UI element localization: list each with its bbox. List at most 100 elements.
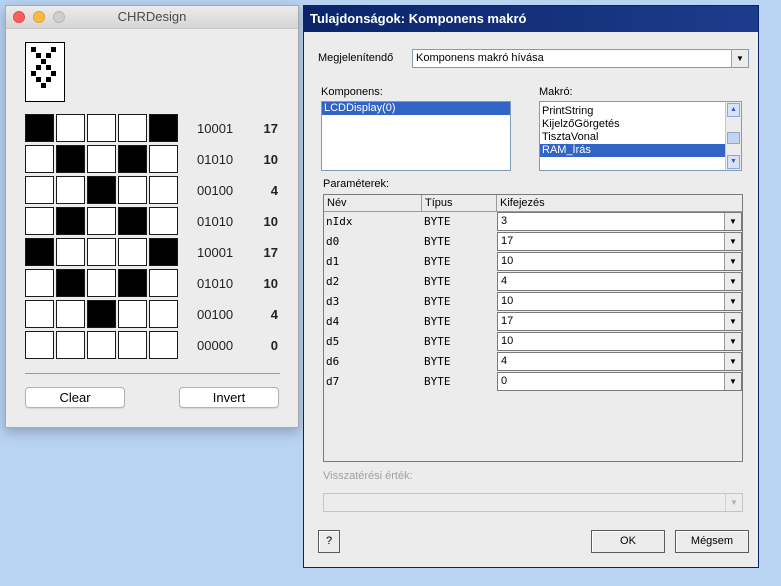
- pixel-cell[interactable]: [118, 176, 147, 204]
- pixel-cell[interactable]: [56, 300, 85, 328]
- component-label: Komponens:: [321, 86, 383, 98]
- pixel-cell[interactable]: [149, 331, 178, 359]
- pixel-cell[interactable]: [149, 300, 178, 328]
- chevron-down-icon[interactable]: ▼: [724, 313, 741, 330]
- pixel-cell[interactable]: [149, 238, 178, 266]
- chevron-down-icon[interactable]: ▼: [724, 353, 741, 370]
- chevron-down-icon[interactable]: ▼: [724, 253, 741, 270]
- pixel-cell[interactable]: [87, 114, 116, 142]
- preview-pixel: [36, 65, 41, 70]
- chevron-down-icon[interactable]: ▼: [724, 333, 741, 350]
- pixel-cell[interactable]: [87, 269, 116, 297]
- close-icon[interactable]: [13, 11, 25, 23]
- help-button[interactable]: ?: [318, 530, 340, 553]
- param-name: d5: [326, 335, 340, 348]
- param-expression-value: 0: [501, 375, 508, 387]
- param-expression-input[interactable]: 4 ▼: [497, 352, 742, 371]
- pixel-cell[interactable]: [25, 238, 54, 266]
- pixel-cell[interactable]: [56, 145, 85, 173]
- pixel-cell[interactable]: [118, 269, 147, 297]
- row-binary: 01010: [197, 152, 234, 167]
- display-select[interactable]: Komponens makró hívása ▼: [412, 49, 749, 68]
- parameters-table: Név Típus Kifejezés nIdx BYTE 3 ▼ d0 BYTE 17 ▼ d…: [323, 194, 743, 462]
- list-item[interactable]: KijelzőGörgetés: [540, 118, 741, 131]
- invert-button[interactable]: Invert: [179, 387, 279, 408]
- pixel-cell[interactable]: [25, 114, 54, 142]
- pixel-cell[interactable]: [149, 207, 178, 235]
- pixel-cell[interactable]: [87, 300, 116, 328]
- cancel-button[interactable]: Mégsem: [675, 530, 749, 553]
- param-type: BYTE: [424, 355, 451, 368]
- pixel-cell[interactable]: [149, 114, 178, 142]
- pixel-cell[interactable]: [56, 114, 85, 142]
- scroll-thumb[interactable]: [727, 132, 740, 144]
- list-item[interactable]: PrintString: [540, 105, 741, 118]
- pixel-cell[interactable]: [25, 207, 54, 235]
- list-item[interactable]: TisztaVonal: [540, 131, 741, 144]
- pixel-cell[interactable]: [25, 145, 54, 173]
- param-expression-input[interactable]: 0 ▼: [497, 372, 742, 391]
- list-item[interactable]: RAM_Írás: [540, 144, 726, 157]
- pixel-cell[interactable]: [118, 207, 147, 235]
- param-expression-input[interactable]: 17 ▼: [497, 232, 742, 251]
- preview-pixel: [46, 65, 51, 70]
- pixel-cell[interactable]: [118, 238, 147, 266]
- chevron-down-icon[interactable]: ▼: [724, 233, 741, 250]
- chevron-down-icon[interactable]: ▼: [724, 213, 741, 230]
- minimize-icon[interactable]: [33, 11, 45, 23]
- param-expression-value: 10: [501, 255, 514, 267]
- list-item[interactable]: LCDDisplay(0): [322, 102, 510, 115]
- pixel-cell[interactable]: [87, 238, 116, 266]
- param-expression-input[interactable]: 10 ▼: [497, 332, 742, 351]
- pixel-cell[interactable]: [118, 145, 147, 173]
- clear-button[interactable]: Clear: [25, 387, 125, 408]
- row-decimal: 17: [263, 121, 278, 136]
- pixel-cell[interactable]: [25, 269, 54, 297]
- pixel-cell[interactable]: [87, 207, 116, 235]
- param-expression-input[interactable]: 10 ▼: [497, 292, 742, 311]
- pixel-cell[interactable]: [87, 176, 116, 204]
- pixel-cell[interactable]: [149, 176, 178, 204]
- preview-pixel: [41, 83, 46, 88]
- pixel-cell[interactable]: [56, 207, 85, 235]
- param-expression-input[interactable]: 4 ▼: [497, 272, 742, 291]
- row-binary: 00100: [197, 183, 234, 198]
- chevron-down-icon[interactable]: ▼: [731, 50, 748, 67]
- chrdesign-titlebar[interactable]: CHRDesign: [6, 6, 298, 29]
- component-list[interactable]: LCDDisplay(0): [321, 101, 511, 171]
- pixel-cell[interactable]: [25, 300, 54, 328]
- scroll-up-icon[interactable]: ▲: [727, 103, 740, 117]
- row-binary: 10001: [197, 245, 234, 260]
- pixel-cell[interactable]: [87, 145, 116, 173]
- maximize-icon[interactable]: [53, 11, 65, 23]
- ok-button[interactable]: OK: [591, 530, 665, 553]
- param-expression-input[interactable]: 3 ▼: [497, 212, 742, 231]
- param-expression-input[interactable]: 17 ▼: [497, 312, 742, 331]
- pixel-cell[interactable]: [118, 300, 147, 328]
- macro-scrollbar[interactable]: ▲ ▼: [725, 102, 741, 170]
- pixel-cell[interactable]: [149, 269, 178, 297]
- column-header-type[interactable]: Típus: [422, 195, 497, 212]
- pixel-cell[interactable]: [149, 145, 178, 173]
- pixel-cell[interactable]: [25, 176, 54, 204]
- pixel-cell[interactable]: [56, 176, 85, 204]
- param-expression-input[interactable]: 10 ▼: [497, 252, 742, 271]
- chevron-down-icon[interactable]: ▼: [724, 293, 741, 310]
- pixel-cell[interactable]: [25, 331, 54, 359]
- macro-list[interactable]: PrintString KijelzőGörgetés TisztaVonal …: [539, 101, 742, 171]
- pixel-cell[interactable]: [56, 331, 85, 359]
- column-header-name[interactable]: Név: [324, 195, 422, 212]
- chevron-down-icon[interactable]: ▼: [724, 273, 741, 290]
- pixel-cell[interactable]: [118, 331, 147, 359]
- pixel-cell[interactable]: [56, 238, 85, 266]
- pixel-cell[interactable]: [56, 269, 85, 297]
- param-name: d1: [326, 255, 340, 268]
- chevron-down-icon[interactable]: ▼: [724, 373, 741, 390]
- row-binary: 01010: [197, 214, 234, 229]
- param-expression-value: 4: [501, 275, 508, 287]
- pixel-cell[interactable]: [87, 331, 116, 359]
- column-header-expr[interactable]: Kifejezés: [497, 195, 742, 212]
- display-label: Megjelenítendő: [318, 52, 394, 64]
- pixel-cell[interactable]: [118, 114, 147, 142]
- scroll-down-icon[interactable]: ▼: [727, 155, 740, 169]
